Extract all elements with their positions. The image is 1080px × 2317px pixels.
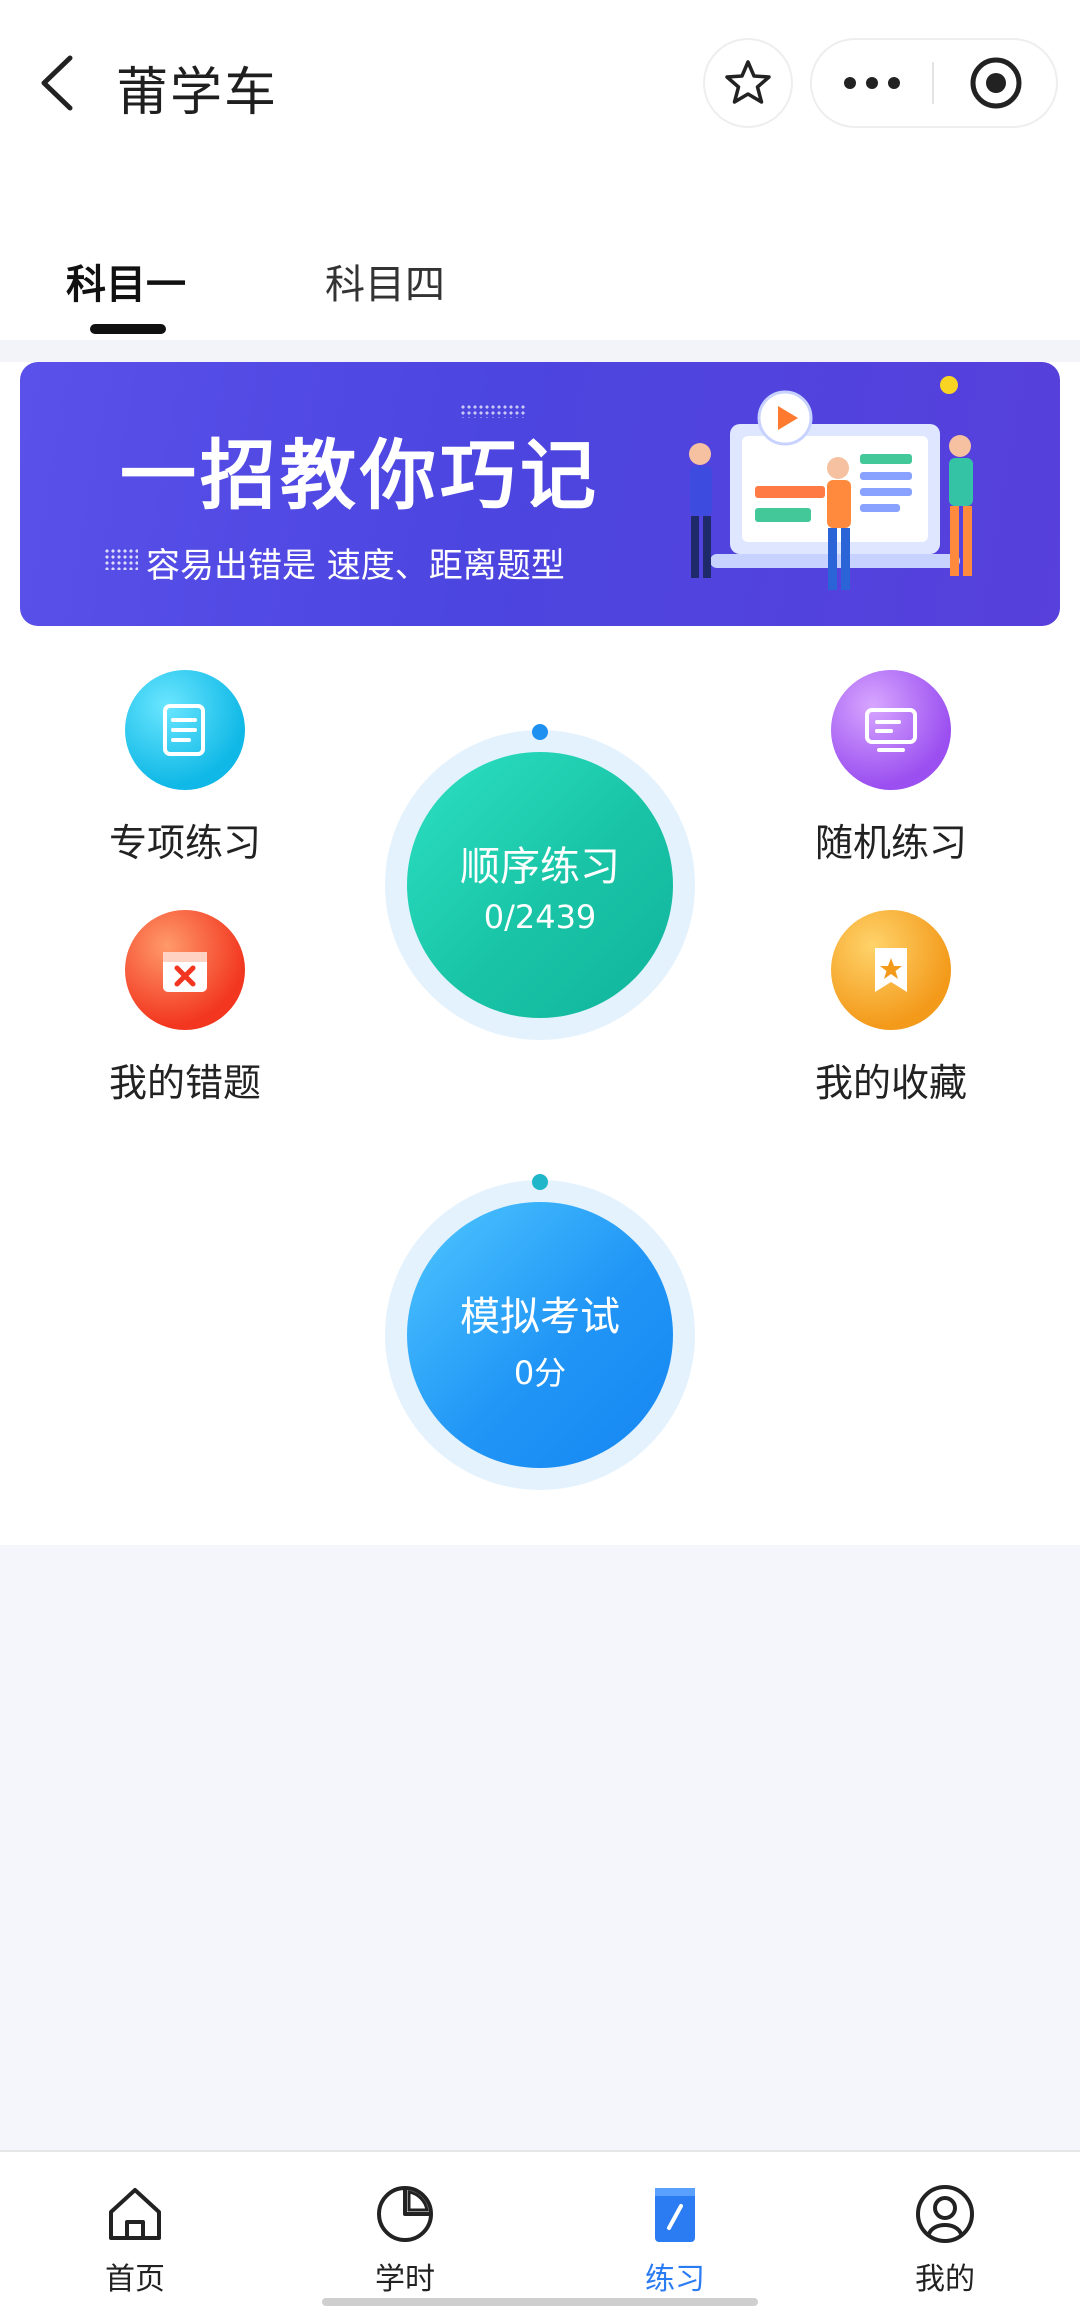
nav-item-home[interactable]: 首页 [65,2182,205,2297]
back-arrow-icon [41,55,73,111]
wrong-questions-button[interactable]: 我的错题 [75,910,295,1110]
special-practice-button[interactable]: 专项练习 [75,670,295,870]
nav-label-mine: 我的 [915,2262,975,2297]
random-practice-button[interactable]: 随机练习 [781,670,1001,870]
tab-subject-four[interactable]: 科目四 [325,252,445,310]
home-indicator [322,2298,758,2306]
sequential-practice-button[interactable]: 顺序练习 0/2439 [385,724,695,1040]
close-button[interactable] [936,40,1056,126]
banner-subtitle: 容易出错是 速度、距离题型 [146,546,565,586]
star-icon [725,60,771,104]
bookmark-star-icon [831,910,951,1030]
capsule-separator [932,62,934,104]
nav-label-practice: 练习 [645,2262,705,2297]
nav-item-practice[interactable]: 练习 [605,2182,745,2297]
page-title: 莆学车 [116,63,279,123]
nav-label-home: 首页 [105,2262,165,2297]
notebook-pencil-icon [655,2188,695,2242]
more-button[interactable] [812,40,932,126]
favorites-label: 我的收藏 [814,1061,967,1105]
wrong-questions-label: 我的错题 [108,1061,261,1105]
active-tab-indicator [90,324,166,334]
top-bar: 莆学车 [0,0,1080,165]
mini-program-capsule [812,40,1056,126]
home-icon [109,2188,161,2240]
banner-decor-dots [104,548,138,570]
sequential-practice-title: 顺序练习 [460,844,620,890]
monitor-icon [831,670,951,790]
tab-divider [0,340,1080,362]
nav-label-study-hours: 学时 [375,2262,435,2297]
progress-dot [532,724,548,740]
sequential-progress: 0/2439 [483,898,597,936]
calendar-x-icon [125,910,245,1030]
random-practice-label: 随机练习 [814,821,967,865]
scroll-document-icon [125,670,245,790]
bottom-nav: 首页 学时 练习 我的 [0,2150,1080,2317]
back-button[interactable] [28,48,98,118]
mock-exam-button[interactable]: 模拟考试 0分 [385,1174,695,1490]
progress-dot [532,1174,548,1190]
nav-item-mine[interactable]: 我的 [875,2182,1015,2297]
mock-exam-title: 模拟考试 [460,1294,620,1340]
special-practice-label: 专项练习 [108,821,261,865]
favorites-button[interactable]: 我的收藏 [781,910,1001,1110]
promo-banner[interactable]: 一招教你巧记 容易出错是 速度、距离题型 [20,362,1060,626]
target-icon [970,57,1022,109]
tab-subject-one[interactable]: 科目一 [66,252,186,310]
favorite-button[interactable] [705,40,791,126]
mock-exam-score: 0分 [513,1354,567,1392]
pie-chart-icon [377,2186,433,2242]
nav-item-study-hours[interactable]: 学时 [335,2182,475,2297]
user-icon [916,2185,974,2243]
banner-title: 一招教你巧记 [120,431,600,520]
more-dots-icon [844,77,900,89]
banner-illustration [689,390,973,590]
